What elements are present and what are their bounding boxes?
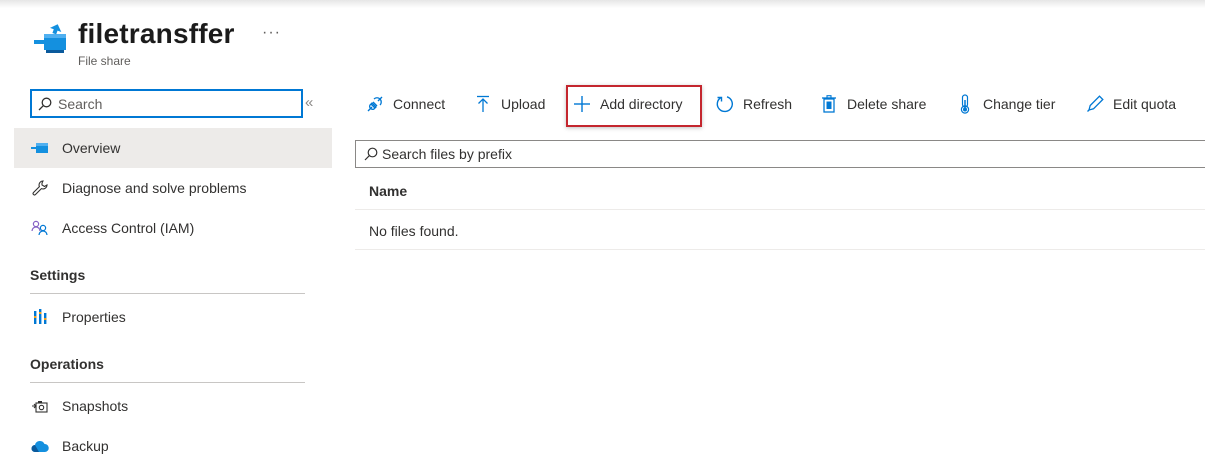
upload-icon [473, 94, 493, 114]
file-search-placeholder: Search files by prefix [382, 146, 512, 162]
section-title-settings: Settings [30, 267, 86, 283]
snapshot-icon [30, 396, 50, 416]
page-title: filetransffer [78, 18, 235, 49]
pencil-icon [1085, 94, 1105, 114]
command-bar: Connect Upload Add directory Refresh Del… [355, 86, 1205, 124]
add-directory-highlight [566, 85, 702, 127]
sidebar: Search « Overview Diagnose and solve pro… [14, 86, 332, 465]
backup-cloud-icon [30, 436, 50, 456]
empty-state-message: No files found. [355, 212, 1205, 250]
properties-icon [30, 307, 50, 327]
search-icon [364, 147, 378, 161]
plug-icon [365, 94, 385, 114]
refresh-icon [715, 94, 735, 114]
sidebar-item-backup[interactable]: Backup [14, 426, 332, 465]
sidebar-item-label: Diagnose and solve problems [62, 180, 247, 196]
upload-button[interactable]: Upload [473, 88, 545, 120]
people-icon [30, 218, 50, 238]
sidebar-item-overview[interactable]: Overview [14, 128, 332, 168]
collapse-sidebar-icon[interactable]: « [305, 94, 313, 111]
change-tier-button[interactable]: Change tier [955, 88, 1055, 120]
thermometer-icon [955, 94, 975, 114]
sidebar-item-diagnose[interactable]: Diagnose and solve problems [14, 168, 332, 208]
delete-share-label: Delete share [847, 96, 927, 112]
connect-button[interactable]: Connect [365, 88, 445, 120]
edit-quota-label: Edit quota [1113, 96, 1177, 112]
change-tier-label: Change tier [983, 96, 1056, 112]
upload-label: Upload [501, 96, 546, 112]
wrench-icon [30, 178, 50, 198]
file-share-icon [30, 138, 50, 158]
edit-quota-button[interactable]: Edit quota [1085, 88, 1176, 120]
refresh-label: Refresh [743, 96, 793, 112]
resource-header: filetransffer ··· File share [30, 14, 630, 74]
sidebar-item-label: Overview [62, 140, 121, 156]
refresh-button[interactable]: Refresh [715, 88, 792, 120]
sidebar-item-label: Snapshots [62, 398, 129, 414]
sidebar-search-placeholder: Search [58, 95, 103, 112]
file-share-icon [32, 20, 72, 60]
sidebar-item-label: Properties [62, 309, 126, 325]
sidebar-item-label: Access Control (IAM) [62, 220, 195, 236]
sidebar-item-snapshots[interactable]: Snapshots [14, 386, 332, 426]
sidebar-item-properties[interactable]: Properties [14, 297, 332, 337]
connect-label: Connect [393, 96, 446, 112]
section-divider [30, 293, 305, 294]
page-subtitle: File share [78, 54, 131, 68]
window-top-edge [0, 0, 1205, 8]
more-options-icon[interactable]: ··· [262, 24, 281, 42]
delete-share-button[interactable]: Delete share [819, 88, 926, 120]
trash-icon [819, 94, 839, 114]
sidebar-search-input[interactable]: Search [30, 89, 303, 118]
section-divider [30, 382, 305, 383]
sidebar-item-iam[interactable]: Access Control (IAM) [14, 208, 332, 248]
column-header-name[interactable]: Name [355, 172, 1205, 210]
section-title-operations: Operations [30, 356, 104, 372]
sidebar-item-label: Backup [62, 438, 109, 454]
file-search-input[interactable]: Search files by prefix [355, 140, 1205, 168]
search-icon [38, 97, 52, 110]
